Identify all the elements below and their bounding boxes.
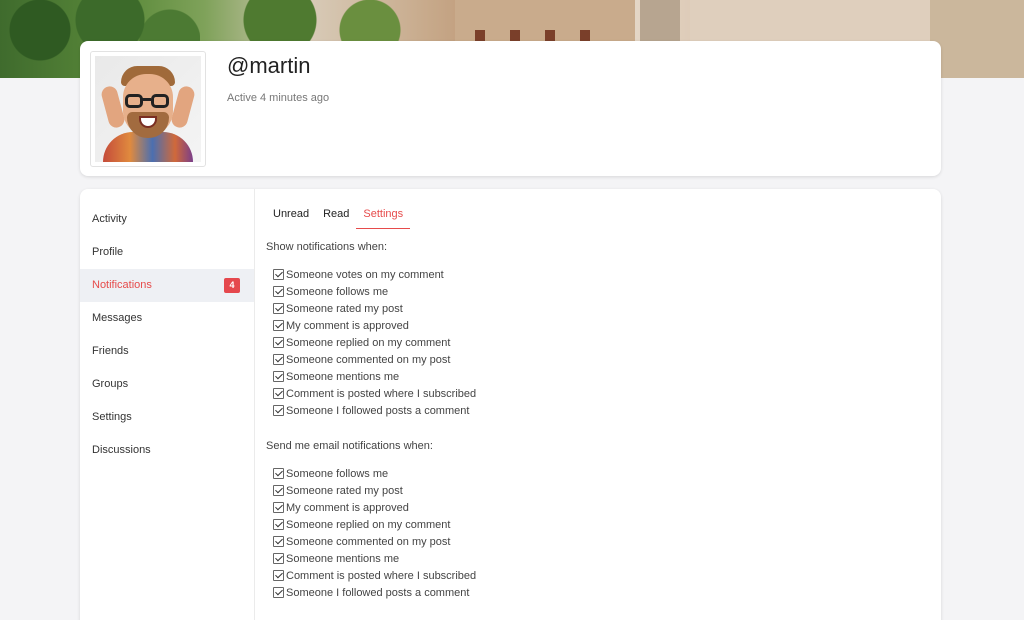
notification-option[interactable]: Someone votes on my comment <box>273 266 926 283</box>
notification-option[interactable]: My comment is approved <box>273 317 926 334</box>
notification-option[interactable]: Comment is posted where I subscribed <box>273 567 926 584</box>
option-label: Someone mentions me <box>286 552 400 565</box>
option-checkbox[interactable] <box>273 553 284 564</box>
notification-option[interactable]: Someone mentions me <box>273 550 926 567</box>
main-card: Activity Profile Notifications 4 Messages Fri… <box>80 189 941 620</box>
notification-option[interactable]: Someone follows me <box>273 465 926 482</box>
notification-option[interactable]: Someone follows me <box>273 283 926 300</box>
tab-unread[interactable]: Unread <box>266 203 316 229</box>
option-label: Someone commented on my post <box>286 535 451 548</box>
cover-building <box>930 0 1024 78</box>
sidebar-item-label: Profile <box>92 246 124 258</box>
sidebar-item-messages[interactable]: Messages <box>80 302 254 335</box>
option-checkbox[interactable] <box>273 320 284 331</box>
option-checkbox[interactable] <box>273 303 284 314</box>
notification-option[interactable]: Someone replied on my comment <box>273 334 926 351</box>
option-checkbox[interactable] <box>273 536 284 547</box>
sidebar-item-notifications[interactable]: Notifications 4 <box>80 269 254 302</box>
option-label: Someone follows me <box>286 467 389 480</box>
avatar[interactable] <box>90 51 206 167</box>
option-label: Someone I followed posts a comment <box>286 586 470 599</box>
option-label: Someone votes on my comment <box>286 268 444 281</box>
sidebar-item-settings[interactable]: Settings <box>80 401 254 434</box>
email-notifications-list: Someone follows me Someone rated my post M… <box>266 465 926 601</box>
sidebar-item-profile[interactable]: Profile <box>80 236 254 269</box>
option-checkbox[interactable] <box>273 485 284 496</box>
option-checkbox[interactable] <box>273 286 284 297</box>
option-checkbox[interactable] <box>273 405 284 416</box>
option-checkbox[interactable] <box>273 388 284 399</box>
option-checkbox[interactable] <box>273 468 284 479</box>
notification-option[interactable]: My comment is approved <box>273 499 926 516</box>
notification-option[interactable]: Someone commented on my post <box>273 351 926 368</box>
option-label: My comment is approved <box>286 319 409 332</box>
option-label: Someone mentions me <box>286 370 400 383</box>
sidebar-item-label: Messages <box>92 312 143 324</box>
option-label: Someone follows me <box>286 285 389 298</box>
option-label: My comment is approved <box>286 501 409 514</box>
notification-option[interactable]: Someone I followed posts a comment <box>273 584 926 601</box>
option-checkbox[interactable] <box>273 354 284 365</box>
sidebar-item-activity[interactable]: Activity <box>80 203 254 236</box>
sidebar-item-label: Friends <box>92 345 129 357</box>
email-notifications-title: Send me email notifications when: <box>266 440 433 452</box>
sidebar-item-label: Activity <box>92 213 127 225</box>
option-checkbox[interactable] <box>273 519 284 530</box>
sidebar-item-discussions[interactable]: Discussions <box>80 434 254 467</box>
notification-option[interactable]: Someone commented on my post <box>273 533 926 550</box>
notification-option[interactable]: Someone I followed posts a comment <box>273 402 926 419</box>
option-label: Comment is posted where I subscribed <box>286 569 477 582</box>
notification-count-badge: 4 <box>224 278 240 293</box>
option-label: Someone commented on my post <box>286 353 451 366</box>
option-label: Someone rated my post <box>286 484 403 497</box>
option-checkbox[interactable] <box>273 570 284 581</box>
sidebar-item-friends[interactable]: Friends <box>80 335 254 368</box>
option-label: Someone replied on my comment <box>286 336 451 349</box>
option-checkbox[interactable] <box>273 269 284 280</box>
option-label: Someone rated my post <box>286 302 403 315</box>
option-checkbox[interactable] <box>273 587 284 598</box>
show-notifications-list: Someone votes on my comment Someone follo… <box>266 266 926 419</box>
sidebar-item-label: Groups <box>92 378 129 390</box>
profile-status: Active 4 minutes ago <box>227 92 330 104</box>
notification-option[interactable]: Someone mentions me <box>273 368 926 385</box>
option-checkbox[interactable] <box>273 371 284 382</box>
sidebar-item-label: Discussions <box>92 444 151 456</box>
sidebar-divider <box>254 189 255 620</box>
sidebar-nav: Activity Profile Notifications 4 Messages Fri… <box>80 203 254 467</box>
sidebar-item-label: Settings <box>92 411 132 423</box>
avatar-image <box>95 56 201 162</box>
notification-option[interactable]: Comment is posted where I subscribed <box>273 385 926 402</box>
sidebar-item-groups[interactable]: Groups <box>80 368 254 401</box>
notification-option[interactable]: Someone rated my post <box>273 300 926 317</box>
option-label: Someone replied on my comment <box>286 518 451 531</box>
notification-option[interactable]: Someone rated my post <box>273 482 926 499</box>
profile-username: @martin <box>227 53 311 78</box>
tab-bar: Unread Read Settings <box>266 203 926 229</box>
tab-settings[interactable]: Settings <box>356 203 411 229</box>
option-label: Someone I followed posts a comment <box>286 404 470 417</box>
tab-read[interactable]: Read <box>316 203 356 229</box>
option-label: Comment is posted where I subscribed <box>286 387 477 400</box>
option-checkbox[interactable] <box>273 337 284 348</box>
sidebar-item-label: Notifications <box>92 279 152 291</box>
show-notifications-title: Show notifications when: <box>266 241 388 253</box>
option-checkbox[interactable] <box>273 502 284 513</box>
notification-settings: Unread Read Settings Show notifications wh… <box>266 203 926 601</box>
profile-header: @martin Active 4 minutes ago <box>80 41 941 176</box>
notification-option[interactable]: Someone replied on my comment <box>273 516 926 533</box>
